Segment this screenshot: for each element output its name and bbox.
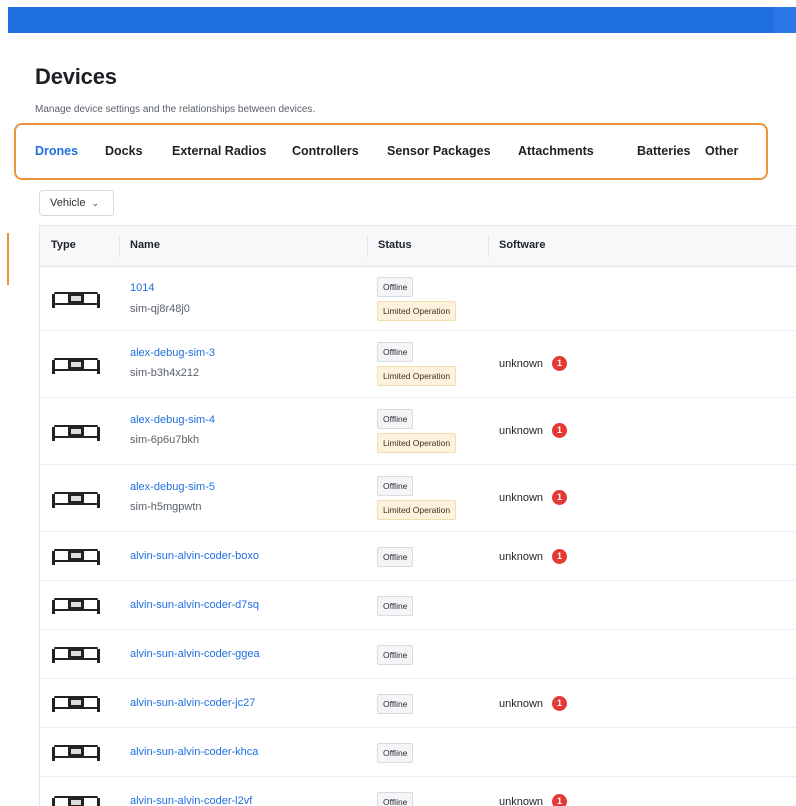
drone-icon [52, 492, 100, 508]
vehicle-filter-label: Vehicle [50, 197, 86, 209]
status-badge-offline: Offline [377, 694, 414, 714]
column-divider [119, 235, 120, 257]
tab-other[interactable]: Other [705, 144, 738, 158]
table-row[interactable]: 1014 sim-qj8r48j0 Offline Limited Operat… [40, 267, 796, 331]
page-subtitle: Manage device settings and the relations… [35, 104, 316, 115]
status-badge-limited-operation: Limited Operation [377, 301, 457, 321]
software-version: unknown 1 [499, 423, 568, 438]
drone-icon [52, 745, 100, 761]
status-badge-offline: Offline [377, 547, 414, 567]
table-row[interactable]: alvin-sun-alvin-coder-ggea Offline [40, 630, 796, 679]
table-header: Type Name Status Software [40, 226, 796, 267]
device-serial: sim-qj8r48j0 [130, 303, 190, 315]
software-label: unknown [499, 491, 544, 504]
device-name-link[interactable]: 1014 [130, 282, 154, 294]
device-name-link[interactable]: alex-debug-sim-5 [130, 481, 215, 493]
software-version: unknown 1 [499, 549, 568, 564]
page-title: Devices [35, 64, 117, 89]
alert-badge-icon[interactable]: 1 [552, 356, 568, 371]
status-badge-limited-operation: Limited Operation [377, 366, 457, 386]
device-name-link[interactable]: alex-debug-sim-4 [130, 414, 215, 426]
tab-sensor-packages[interactable]: Sensor Packages [387, 144, 491, 158]
drone-icon [52, 549, 100, 565]
software-label: unknown [499, 550, 544, 563]
software-version: unknown 1 [499, 696, 568, 711]
top-app-bar [8, 7, 796, 33]
devices-table: Type Name Status Software 1014 sim-qj8r4… [39, 225, 796, 806]
alert-badge-icon[interactable]: 1 [552, 490, 568, 505]
software-label: unknown [499, 357, 544, 370]
table-row[interactable]: alvin-sun-alvin-coder-khca Offline [40, 728, 796, 777]
device-serial: sim-b3h4x212 [130, 367, 200, 379]
tab-external-radios[interactable]: External Radios [172, 144, 266, 158]
device-name-link[interactable]: alex-debug-sim-3 [130, 347, 215, 359]
table-row[interactable]: alvin-sun-alvin-coder-d7sq Offline [40, 581, 796, 630]
status-badge-offline: Offline [377, 342, 414, 362]
column-divider [367, 235, 368, 257]
status-badge-offline: Offline [377, 645, 414, 665]
drone-icon [52, 598, 100, 614]
drone-icon [52, 358, 100, 374]
table-row[interactable]: alvin-sun-alvin-coder-jc27 Offline unkno… [40, 679, 796, 728]
column-header-name[interactable]: Name [130, 239, 160, 251]
table-row[interactable]: alex-debug-sim-3 sim-b3h4x212 Offline Li… [40, 331, 796, 398]
alert-badge-icon[interactable]: 1 [552, 696, 568, 711]
software-version: unknown 1 [499, 794, 568, 806]
column-header-software[interactable]: Software [499, 239, 545, 251]
software-label: unknown [499, 795, 544, 806]
drone-icon [52, 696, 100, 712]
column-divider [488, 235, 489, 257]
software-label: unknown [499, 424, 544, 437]
tab-drones[interactable]: Drones [35, 144, 78, 158]
status-badge-limited-operation: Limited Operation [377, 500, 457, 520]
side-highlight-marker [7, 233, 9, 285]
column-header-type[interactable]: Type [51, 239, 76, 251]
software-version: unknown 1 [499, 356, 568, 371]
status-badge-offline: Offline [377, 476, 414, 496]
tab-attachments[interactable]: Attachments [518, 144, 594, 158]
device-serial: sim-h5mgpwtn [130, 501, 202, 513]
drone-icon [52, 647, 100, 663]
tab-docks[interactable]: Docks [105, 144, 143, 158]
software-version: unknown 1 [499, 490, 568, 505]
chevron-down-icon: ⌄ [91, 197, 100, 208]
drone-icon [52, 796, 100, 806]
device-name-link[interactable]: alvin-sun-alvin-coder-khca [130, 746, 258, 758]
device-name-link[interactable]: alvin-sun-alvin-coder-ggea [130, 648, 260, 660]
status-badge-offline: Offline [377, 596, 414, 616]
drone-icon [52, 425, 100, 441]
table-row[interactable]: alvin-sun-alvin-coder-l2vf Offline unkno… [40, 777, 796, 806]
tab-batteries[interactable]: Batteries [637, 144, 691, 158]
status-badge-offline: Offline [377, 409, 414, 429]
top-app-bar-edge [774, 7, 796, 33]
status-badge-offline: Offline [377, 277, 414, 297]
alert-badge-icon[interactable]: 1 [552, 423, 568, 438]
status-badge-offline: Offline [377, 743, 414, 763]
status-badge-offline: Offline [377, 792, 414, 806]
tab-controllers[interactable]: Controllers [292, 144, 359, 158]
table-row[interactable]: alex-debug-sim-4 sim-6p6u7bkh Offline Li… [40, 398, 796, 465]
alert-badge-icon[interactable]: 1 [552, 794, 568, 806]
status-badge-limited-operation: Limited Operation [377, 433, 457, 453]
table-row[interactable]: alex-debug-sim-5 sim-h5mgpwtn Offline Li… [40, 465, 796, 532]
device-name-link[interactable]: alvin-sun-alvin-coder-boxo [130, 550, 259, 562]
table-row[interactable]: alvin-sun-alvin-coder-boxo Offline unkno… [40, 532, 796, 581]
vehicle-filter-dropdown[interactable]: Vehicle ⌄ [39, 190, 114, 216]
drone-icon [52, 292, 100, 308]
device-name-link[interactable]: alvin-sun-alvin-coder-l2vf [130, 795, 252, 806]
alert-badge-icon[interactable]: 1 [552, 549, 568, 564]
software-label: unknown [499, 697, 544, 710]
device-name-link[interactable]: alvin-sun-alvin-coder-jc27 [130, 697, 255, 709]
column-header-status[interactable]: Status [378, 239, 412, 251]
device-serial: sim-6p6u7bkh [130, 434, 200, 446]
device-name-link[interactable]: alvin-sun-alvin-coder-d7sq [130, 599, 259, 611]
